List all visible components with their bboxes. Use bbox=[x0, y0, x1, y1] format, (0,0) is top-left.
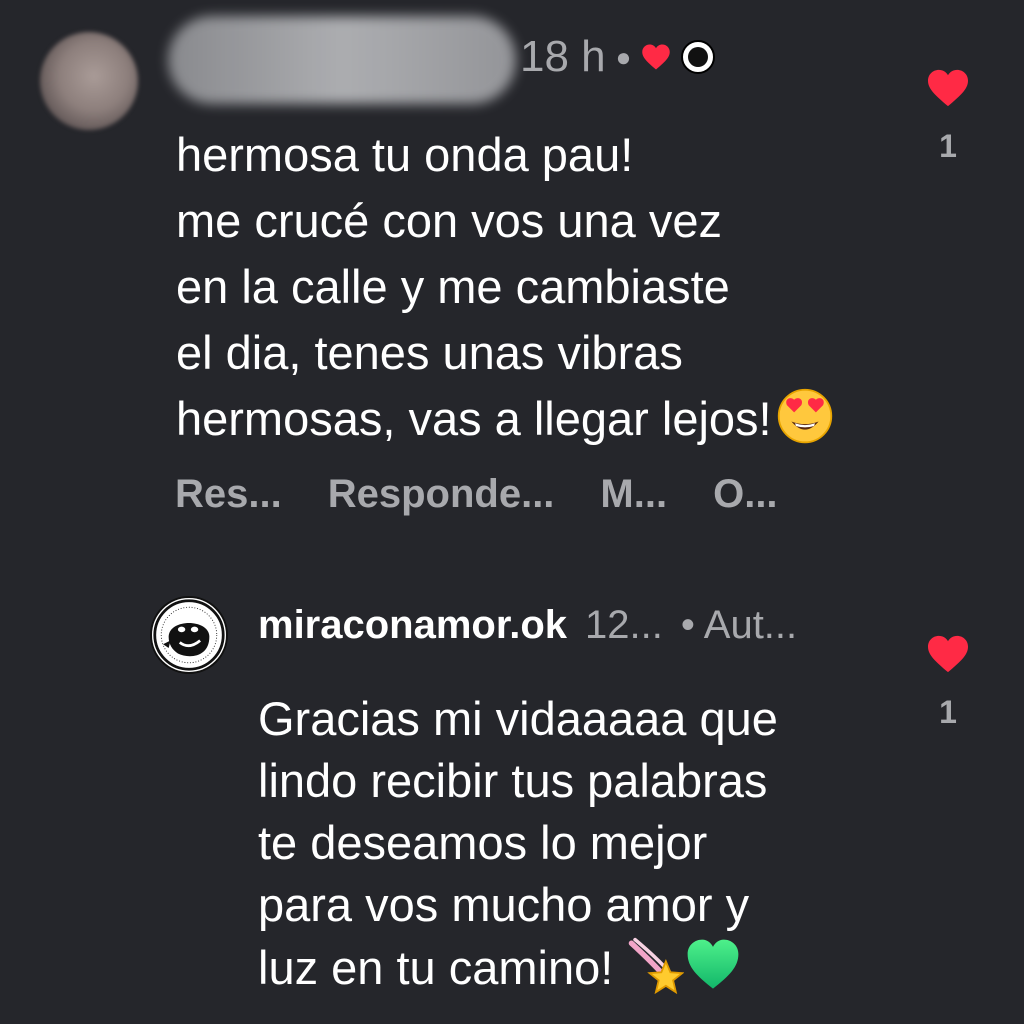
reply-header: miraconamor.ok 12... • Aut... bbox=[258, 600, 797, 650]
commenter-username-redacted bbox=[168, 16, 516, 104]
comment-text: hermosa tu onda pau! me crucé con vos un… bbox=[176, 122, 896, 452]
options-action[interactable]: O... bbox=[713, 472, 777, 517]
reply-text: Gracias mi vidaaaaa que lindo recibir tu… bbox=[258, 688, 898, 999]
creator-liked-heart-icon bbox=[642, 44, 671, 70]
author-badge: • Aut... bbox=[680, 603, 798, 647]
reply-username[interactable]: miraconamor.ok bbox=[258, 600, 567, 650]
comment-like-column: 1 bbox=[918, 68, 978, 165]
reply-like-column: 1 bbox=[918, 634, 978, 731]
comment-meta: 18 h ● bbox=[520, 32, 716, 82]
smiley-logo-icon bbox=[153, 599, 225, 671]
dizzy-emoji-icon bbox=[629, 937, 685, 994]
separator-dot: ● bbox=[615, 42, 632, 72]
reply-like-count: 1 bbox=[939, 694, 957, 730]
reply-time: 12... bbox=[585, 603, 663, 647]
like-heart-icon[interactable] bbox=[926, 68, 970, 108]
reply-avatar[interactable] bbox=[150, 596, 228, 674]
comment-body: hermosa tu onda pau! me crucé con vos un… bbox=[176, 128, 772, 445]
green-heart-emoji-icon bbox=[688, 939, 739, 989]
comment-actions: Res... Responde... M... O... bbox=[175, 472, 778, 517]
comment-time: 18 h bbox=[520, 32, 606, 81]
creator-mini-avatar-icon bbox=[681, 40, 716, 74]
commenter-avatar[interactable] bbox=[40, 32, 138, 130]
more-action[interactable]: M... bbox=[600, 472, 667, 517]
like-count: 1 bbox=[939, 128, 957, 164]
reply-action[interactable]: Res... bbox=[175, 472, 282, 517]
heart-eyes-emoji-icon bbox=[777, 388, 832, 444]
reply-like-heart-icon[interactable] bbox=[926, 634, 970, 674]
comments-screen: 18 h ● hermosa tu onda pau! me crucé con… bbox=[0, 0, 1024, 1024]
respond-action[interactable]: Responde... bbox=[328, 472, 555, 517]
